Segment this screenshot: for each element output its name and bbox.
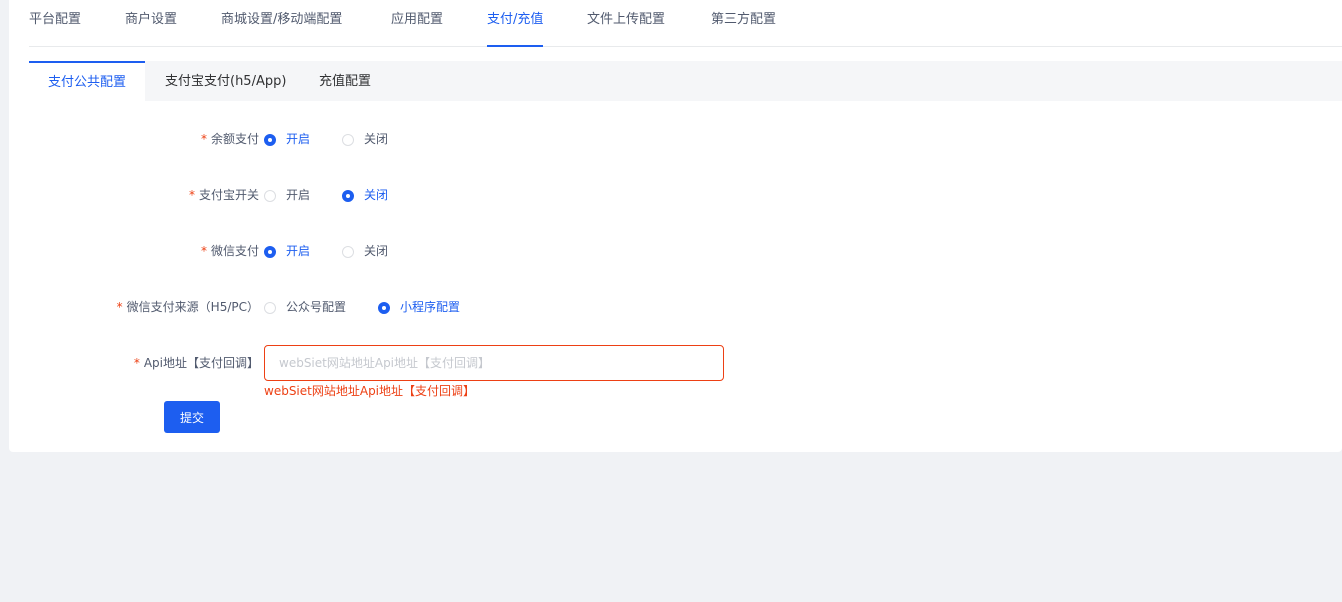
radio-circle-icon bbox=[264, 246, 276, 258]
radio-label: 关闭 bbox=[364, 244, 389, 258]
wechat-pay-label: * 微信支付 bbox=[0, 239, 259, 263]
submit-button[interactable]: 提交 bbox=[164, 401, 220, 433]
config-panel: 平台配置 商户设置 商城设置/移动端配置 应用配置 支付/充值 文件上传配置 第… bbox=[9, 0, 1342, 452]
wechat-pay-off-radio[interactable]: 关闭 bbox=[342, 239, 388, 263]
balance-pay-row: * 余额支付 bbox=[29, 127, 259, 151]
required-mark: * bbox=[133, 356, 140, 370]
radio-circle-icon bbox=[378, 302, 390, 314]
radio-circle-icon bbox=[264, 134, 276, 146]
top-tab-bar: 平台配置 商户设置 商城设置/移动端配置 应用配置 支付/充值 文件上传配置 第… bbox=[29, 0, 1342, 47]
api-address-row: * Api地址【支付回调】 bbox=[29, 351, 259, 375]
radio-label: 开启 bbox=[286, 244, 311, 258]
required-mark: * bbox=[116, 300, 123, 314]
tab-platform-config[interactable]: 平台配置 bbox=[29, 0, 81, 46]
label-text: 余额支付 bbox=[210, 132, 259, 146]
alipay-switch-row: * 支付宝开关 bbox=[29, 183, 259, 207]
wechat-pay-on-radio[interactable]: 开启 bbox=[264, 239, 310, 263]
tab-app-config[interactable]: 应用配置 bbox=[391, 0, 443, 46]
sub-tab-bar: 支付公共配置 支付宝支付(h5/App) 充值配置 bbox=[29, 61, 1342, 101]
api-address-input[interactable] bbox=[264, 345, 724, 381]
required-mark: * bbox=[200, 244, 207, 258]
radio-circle-icon bbox=[342, 246, 354, 258]
wechat-pay-row: * 微信支付 bbox=[29, 239, 259, 263]
wechat-source-row: * 微信支付来源（H5/PC） bbox=[29, 295, 259, 319]
label-text: Api地址【支付回调】 bbox=[143, 356, 259, 370]
wechat-source-official-radio[interactable]: 公众号配置 bbox=[264, 295, 346, 319]
tab-file-upload-config[interactable]: 文件上传配置 bbox=[587, 0, 665, 46]
wechat-source-miniprogram-radio[interactable]: 小程序配置 bbox=[378, 295, 460, 319]
radio-label: 公众号配置 bbox=[286, 300, 347, 314]
radio-circle-icon bbox=[342, 190, 354, 202]
label-text: 微信支付 bbox=[210, 244, 259, 258]
required-mark: * bbox=[200, 132, 207, 146]
subtab-recharge-config[interactable]: 充值配置 bbox=[300, 61, 390, 101]
subtab-alipay[interactable]: 支付宝支付(h5/App) bbox=[146, 61, 305, 101]
subtab-payment-common[interactable]: 支付公共配置 bbox=[29, 61, 146, 101]
api-address-label: * Api地址【支付回调】 bbox=[0, 351, 259, 375]
radio-label: 开启 bbox=[286, 132, 311, 146]
radio-label: 关闭 bbox=[364, 188, 389, 202]
tab-third-party-config[interactable]: 第三方配置 bbox=[711, 0, 776, 46]
tab-mall-mobile-config[interactable]: 商城设置/移动端配置 bbox=[221, 0, 342, 46]
alipay-switch-label: * 支付宝开关 bbox=[0, 183, 259, 207]
radio-circle-icon bbox=[264, 190, 276, 202]
radio-label: 关闭 bbox=[364, 132, 389, 146]
alipay-switch-on-radio[interactable]: 开启 bbox=[264, 183, 310, 207]
balance-pay-label: * 余额支付 bbox=[0, 127, 259, 151]
radio-label: 小程序配置 bbox=[400, 300, 461, 314]
api-address-error: webSiet网站地址Api地址【支付回调】 bbox=[264, 384, 476, 398]
label-text: 支付宝开关 bbox=[198, 188, 259, 202]
balance-pay-on-radio[interactable]: 开启 bbox=[264, 127, 310, 151]
tab-payment-recharge[interactable]: 支付/充值 bbox=[487, 0, 544, 47]
label-text: 微信支付来源（H5/PC） bbox=[126, 300, 259, 314]
radio-circle-icon bbox=[342, 134, 354, 146]
required-mark: * bbox=[188, 188, 195, 202]
tab-merchant-settings[interactable]: 商户设置 bbox=[125, 0, 177, 46]
alipay-switch-off-radio[interactable]: 关闭 bbox=[342, 183, 388, 207]
radio-label: 开启 bbox=[286, 188, 311, 202]
balance-pay-off-radio[interactable]: 关闭 bbox=[342, 127, 388, 151]
radio-circle-icon bbox=[264, 302, 276, 314]
wechat-source-label: * 微信支付来源（H5/PC） bbox=[0, 295, 259, 319]
